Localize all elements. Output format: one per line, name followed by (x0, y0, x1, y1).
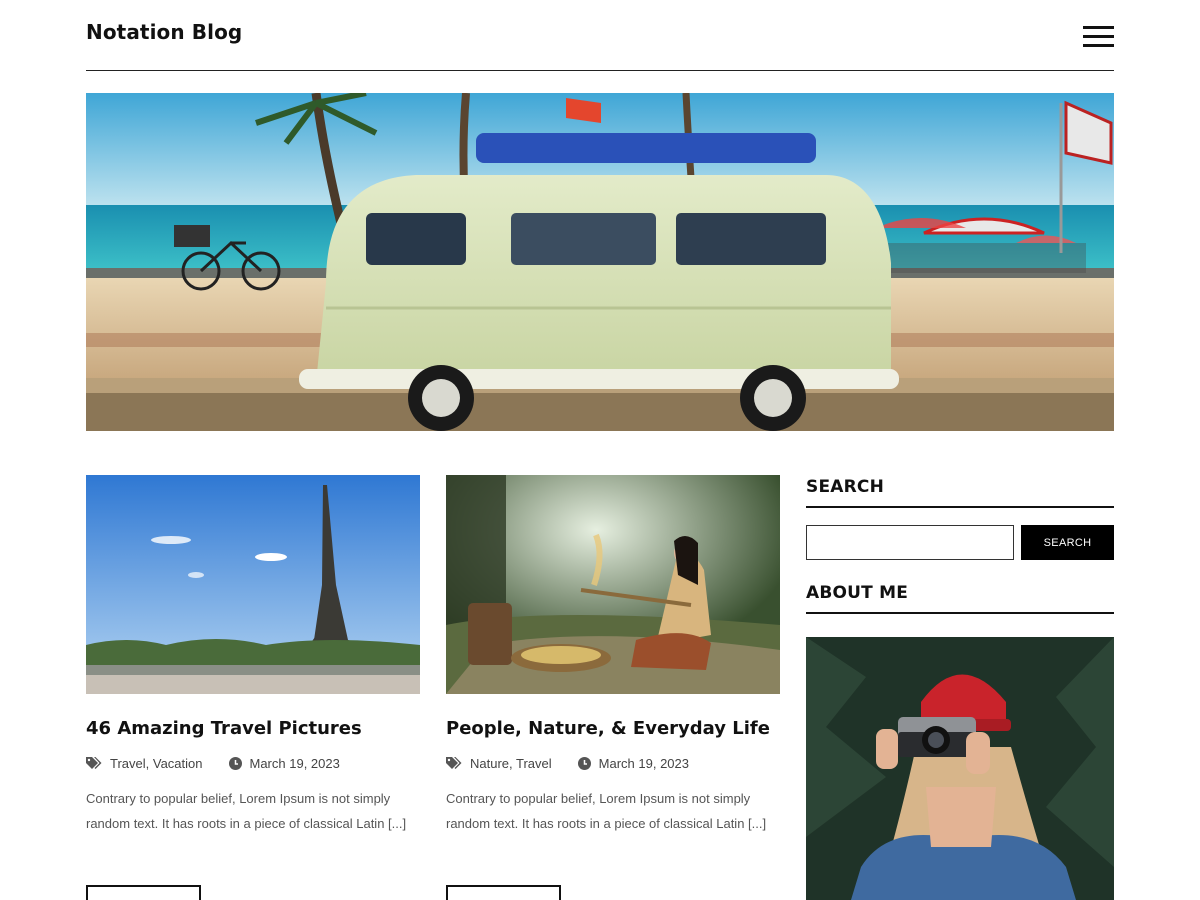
hamburger-menu-icon[interactable] (1083, 26, 1114, 48)
post-card: 46 Amazing Travel Pictures Travel, Vacat… (86, 475, 420, 900)
read-more-button[interactable] (86, 885, 201, 900)
clock-icon (577, 757, 591, 770)
post-meta: Nature, Travel March 19, 2023 (446, 756, 689, 771)
post-title[interactable]: 46 Amazing Travel Pictures (86, 718, 362, 739)
tags-icon (86, 757, 102, 769)
post-categories[interactable]: Travel, Vacation (110, 756, 203, 771)
post-excerpt: Contrary to popular belief, Lorem Ipsum … (446, 791, 767, 831)
search-button[interactable]: SEARCH (1021, 525, 1114, 560)
about-me-photo (806, 637, 1114, 900)
photographer-illustration (806, 637, 1114, 900)
search-input[interactable] (806, 525, 1014, 560)
tags-icon (446, 757, 462, 769)
post-date[interactable]: March 19, 2023 (250, 756, 340, 771)
post-meta: Travel, Vacation March 19, 2023 (86, 756, 340, 771)
post-categories[interactable]: Nature, Travel (470, 756, 552, 771)
woman-winnowing-photo[interactable] (446, 475, 780, 694)
read-more-button[interactable] (446, 885, 561, 900)
eiffel-tower-illustration (86, 475, 420, 694)
site-title[interactable]: Notation Blog (86, 20, 242, 44)
post-date[interactable]: March 19, 2023 (599, 756, 689, 771)
about-widget-title: ABOUT ME (806, 583, 1114, 614)
post-title[interactable]: People, Nature, & Everyday Life (446, 718, 770, 739)
search-widget-title: SEARCH (806, 477, 1114, 508)
site-header: Notation Blog (86, 0, 1114, 71)
eiffel-tower-photo[interactable] (86, 475, 420, 694)
clock-icon (228, 757, 242, 770)
post-card: People, Nature, & Everyday Life Nature, … (446, 475, 780, 900)
hero-van-illustration (86, 93, 1114, 431)
hero-image (86, 93, 1114, 431)
woman-nature-illustration (446, 475, 780, 694)
post-excerpt: Contrary to popular belief, Lorem Ipsum … (86, 791, 407, 831)
